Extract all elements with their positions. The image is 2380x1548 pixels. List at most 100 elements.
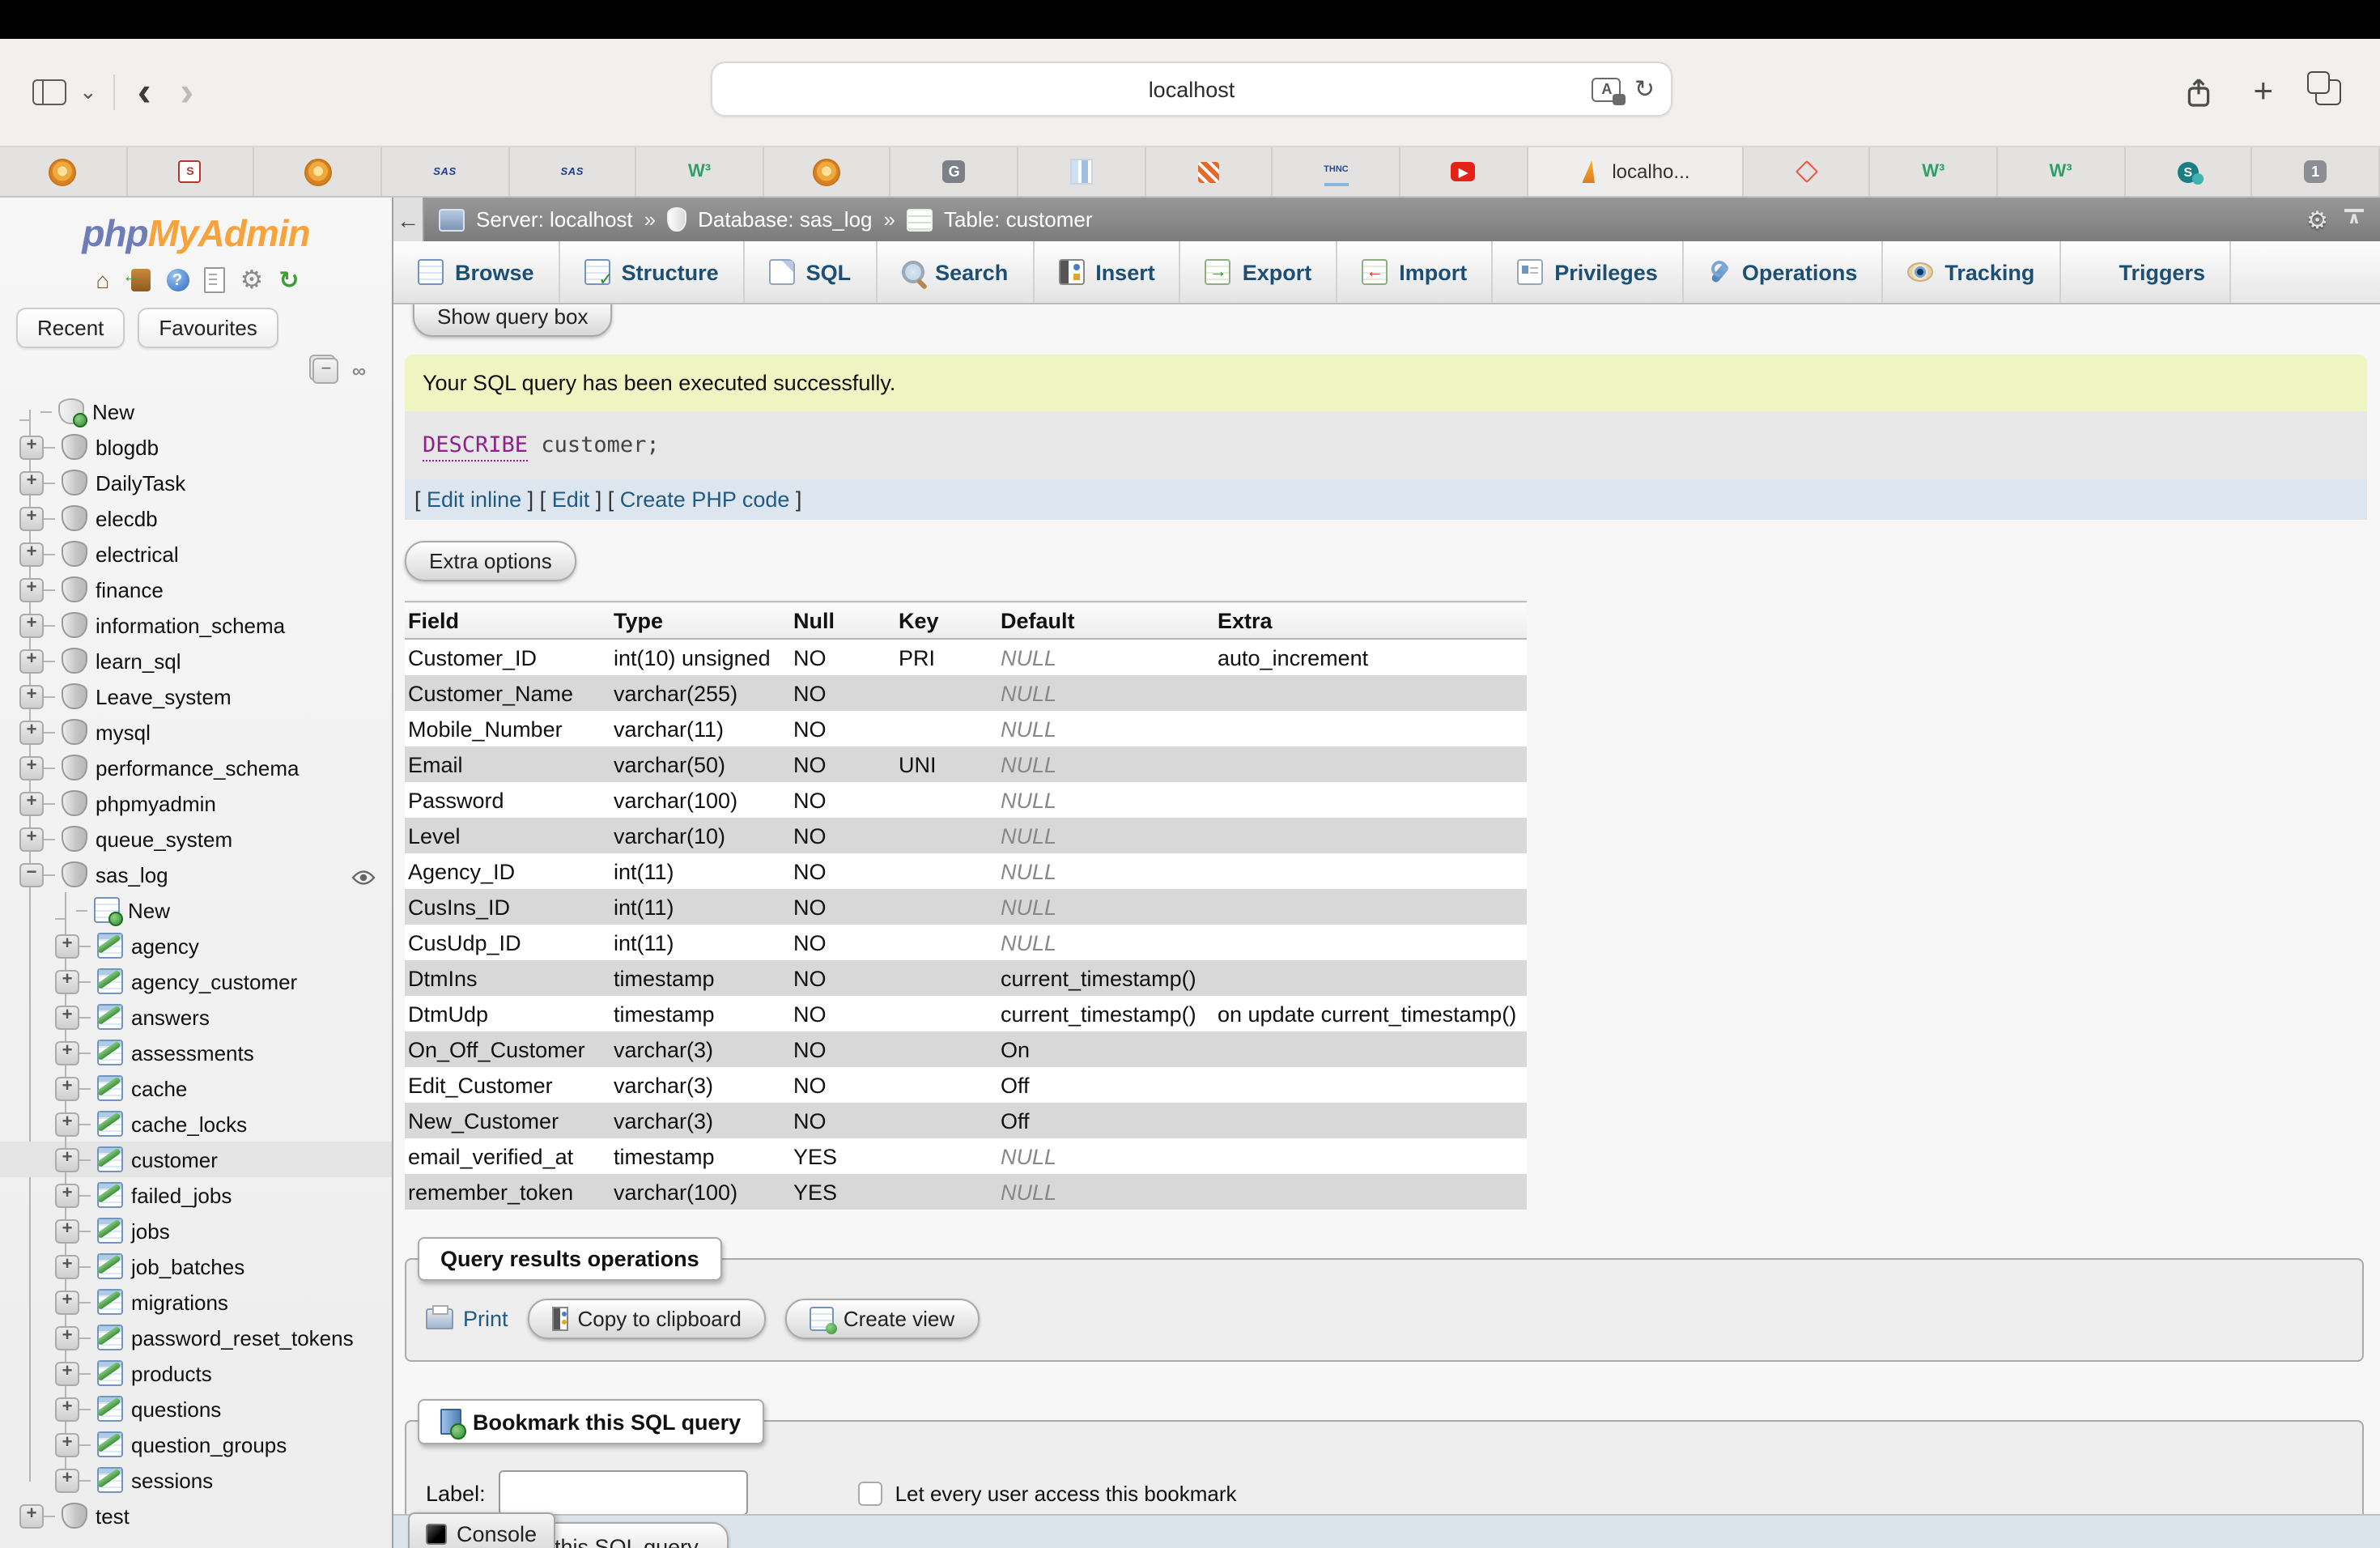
print-link[interactable]: Print <box>426 1307 508 1331</box>
expand-icon[interactable]: + <box>55 933 79 958</box>
browser-tab[interactable]: SAS <box>509 147 636 196</box>
page-settings-gear-icon[interactable]: ⚙ <box>2306 205 2328 234</box>
show-query-box-button[interactable]: Show query box <box>413 304 612 337</box>
expand-icon[interactable]: + <box>19 542 44 566</box>
browser-tab[interactable]: ▶ <box>1400 147 1528 196</box>
tree-item-electrical[interactable]: +electrical <box>0 536 392 572</box>
browser-tab[interactable]: 1 <box>2253 147 2380 196</box>
browser-tab[interactable]: W³ <box>1871 147 1998 196</box>
pma-tab-browse[interactable]: Browse <box>393 241 560 303</box>
expand-icon[interactable]: + <box>19 649 44 673</box>
browser-tab[interactable]: W³ <box>1998 147 2125 196</box>
browser-tab[interactable]: SAS <box>382 147 509 196</box>
tree-item-mysql[interactable]: +mysql <box>0 714 392 750</box>
pma-tab-sql[interactable]: SQL <box>745 241 878 303</box>
tree-item-question-groups[interactable]: +question_groups <box>0 1427 392 1462</box>
link-edit-inline[interactable]: Edit inline <box>427 487 521 512</box>
expand-icon[interactable]: + <box>55 1218 79 1243</box>
new-tab-icon[interactable]: + <box>2253 78 2273 107</box>
documentation-icon[interactable] <box>204 267 225 293</box>
expand-icon[interactable]: + <box>19 720 44 744</box>
browser-tab[interactable]: G <box>891 147 1018 196</box>
tree-item-answers[interactable]: +answers <box>0 999 392 1035</box>
home-icon[interactable]: ⌂ <box>90 267 116 293</box>
expand-icon[interactable]: + <box>55 1468 79 1492</box>
reload-navigation-icon[interactable]: ↻ <box>276 267 302 293</box>
tree-item-migrations[interactable]: +migrations <box>0 1284 392 1320</box>
tree-item-new[interactable]: New <box>0 892 392 928</box>
tree-item-finance[interactable]: +finance <box>0 572 392 607</box>
back-icon[interactable]: ‹ <box>131 76 158 108</box>
tree-item-cache[interactable]: +cache <box>0 1070 392 1106</box>
link-edit[interactable]: Edit <box>552 487 590 512</box>
pma-tab-export[interactable]: Export <box>1181 241 1338 303</box>
sidebar-toggle-icon[interactable] <box>32 79 66 105</box>
expand-icon[interactable]: + <box>19 470 44 495</box>
tree-item-test[interactable]: +test <box>0 1498 392 1533</box>
tree-item-failed-jobs[interactable]: +failed_jobs <box>0 1177 392 1213</box>
share-icon[interactable] <box>2185 77 2211 108</box>
expand-icon[interactable]: + <box>19 435 44 459</box>
tree-item-agency[interactable]: +agency <box>0 928 392 963</box>
expand-icon[interactable]: + <box>55 1361 79 1385</box>
tree-item-questions[interactable]: +questions <box>0 1391 392 1427</box>
expand-icon[interactable]: + <box>55 1432 79 1457</box>
expand-icon[interactable]: + <box>55 1147 79 1172</box>
tab-overview-icon[interactable] <box>2315 79 2341 105</box>
create-view-button[interactable]: Create view <box>785 1299 979 1339</box>
tree-item-products[interactable]: +products <box>0 1355 392 1391</box>
tree-item-elecdb[interactable]: +elecdb <box>0 500 392 536</box>
pma-tab-insert[interactable]: Insert <box>1034 241 1181 303</box>
expand-icon[interactable]: + <box>19 1503 44 1528</box>
tree-item-cache-locks[interactable]: +cache_locks <box>0 1106 392 1142</box>
browser-tab[interactable]: W³ <box>636 147 763 196</box>
expand-icon[interactable]: + <box>55 1183 79 1207</box>
link-with-main-panel-icon[interactable]: ∞ <box>352 359 363 382</box>
tree-item-new[interactable]: New <box>0 393 392 429</box>
tree-item-sas-log[interactable]: −sas_log <box>0 857 392 892</box>
bookmark-label-input[interactable] <box>499 1470 748 1516</box>
expand-icon[interactable]: + <box>19 827 44 851</box>
expand-icon[interactable]: + <box>19 577 44 602</box>
extra-options-button[interactable]: Extra options <box>405 541 576 581</box>
expand-icon[interactable]: + <box>55 1325 79 1350</box>
expand-icon[interactable]: + <box>55 1040 79 1065</box>
tree-item-customer[interactable]: +customer <box>0 1142 392 1177</box>
breadcrumb-database[interactable]: Database: sas_log <box>698 207 872 232</box>
tree-item-dailytask[interactable]: +DailyTask <box>0 465 392 500</box>
pma-tab-search[interactable]: Search <box>877 241 1034 303</box>
recent-dropdown[interactable]: Recent <box>16 308 125 348</box>
expand-icon[interactable]: + <box>19 755 44 780</box>
browser-tab[interactable] <box>1743 147 1870 196</box>
tree-item-agency-customer[interactable]: +agency_customer <box>0 963 392 999</box>
expand-icon[interactable]: + <box>55 1112 79 1136</box>
pma-tab-operations[interactable]: Operations <box>1684 241 1884 303</box>
tree-item-jobs[interactable]: +jobs <box>0 1213 392 1248</box>
browser-tab[interactable]: THNC <box>1273 147 1400 196</box>
expand-icon[interactable]: + <box>19 684 44 708</box>
unhide-eye-icon[interactable] <box>351 866 376 891</box>
tree-item-blogdb[interactable]: +blogdb <box>0 429 392 465</box>
tree-item-assessments[interactable]: +assessments <box>0 1035 392 1070</box>
tree-item-phpmyadmin[interactable]: +phpmyadmin <box>0 785 392 821</box>
reload-icon[interactable]: ↻ <box>1634 74 1655 104</box>
pma-tab-triggers[interactable]: Triggers <box>2060 241 2231 303</box>
expand-icon[interactable]: + <box>55 1254 79 1278</box>
browser-tab[interactable]: S <box>127 147 254 196</box>
copy-to-clipboard-button[interactable]: Copy to clipboard <box>528 1299 766 1339</box>
breadcrumb-table[interactable]: Table: customer <box>944 207 1093 232</box>
browser-tab[interactable] <box>255 147 382 196</box>
collapse-icon[interactable]: − <box>19 862 44 887</box>
collapse-all-icon[interactable]: − <box>313 358 339 384</box>
browser-tab[interactable] <box>764 147 891 196</box>
scroll-to-top-icon[interactable]: ∧ <box>2344 209 2364 230</box>
tree-item-queue-system[interactable]: +queue_system <box>0 821 392 857</box>
expand-icon[interactable]: + <box>19 506 44 530</box>
browser-tab[interactable] <box>0 147 127 196</box>
browser-tab[interactable] <box>1018 147 1145 196</box>
translate-icon[interactable]: A <box>1592 77 1621 101</box>
bookmark-public-checkbox[interactable] <box>858 1481 882 1505</box>
favourites-dropdown[interactable]: Favourites <box>138 308 278 348</box>
settings-gear-icon[interactable]: ⚙ <box>239 267 265 293</box>
address-bar[interactable]: localhost A ↻ <box>711 62 1672 117</box>
